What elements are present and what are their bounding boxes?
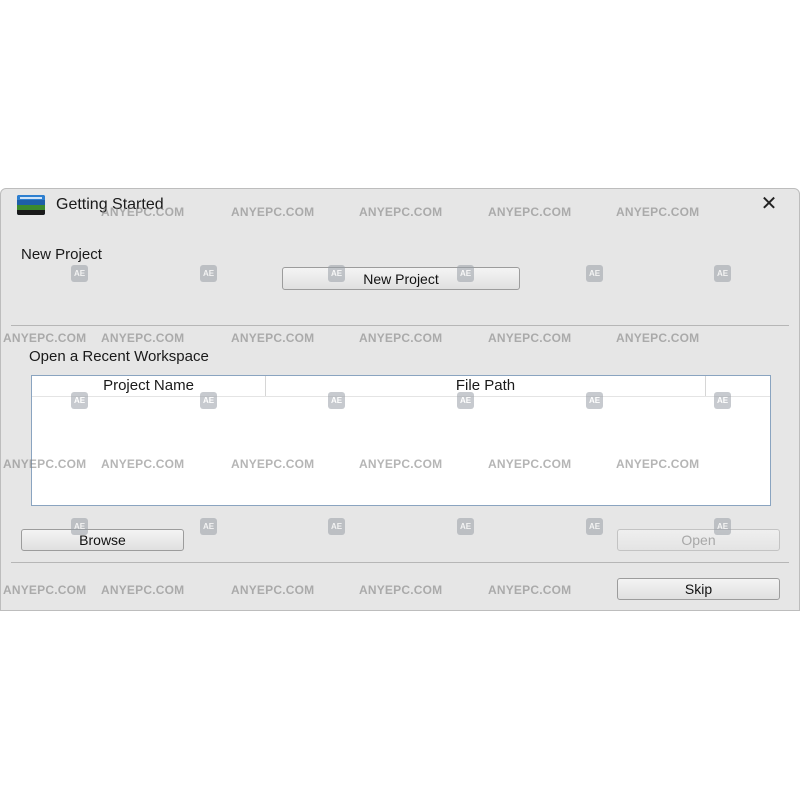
app-logo-icon (17, 195, 45, 215)
title-bar: Getting Started ✕ (1, 189, 799, 219)
watermark-text: ANYEPC.COM (101, 331, 185, 345)
watermark-badge-icon: AE (200, 265, 217, 282)
watermark-text: ANYEPC.COM (231, 583, 315, 597)
divider-top (11, 325, 789, 326)
skip-button[interactable]: Skip (617, 578, 780, 600)
watermark-text: ANYEPC.COM (359, 583, 443, 597)
divider-bottom (11, 562, 789, 563)
new-project-label: New Project (21, 246, 102, 263)
watermark-text: ANYEPC.COM (616, 331, 700, 345)
column-header-file-path[interactable]: File Path (266, 376, 706, 396)
watermark-text: ANYEPC.COM (488, 331, 572, 345)
watermark-text: ANYEPC.COM (359, 331, 443, 345)
table-header: Project Name File Path (32, 376, 770, 397)
watermark-badge-icon: AE (328, 518, 345, 535)
browse-button[interactable]: Browse (21, 529, 184, 551)
watermark-badge-icon: AE (71, 265, 88, 282)
recent-workspace-table[interactable]: Project Name File Path (31, 375, 771, 506)
watermark-text: ANYEPC.COM (231, 331, 315, 345)
window-title: Getting Started (56, 196, 164, 213)
open-button[interactable]: Open (617, 529, 780, 551)
watermark-text: ANYEPC.COM (101, 583, 185, 597)
watermark-text: ANYEPC.COM (3, 583, 87, 597)
watermark-badge-icon: AE (714, 265, 731, 282)
column-header-project-name[interactable]: Project Name (32, 376, 266, 396)
watermark-badge-icon: AE (457, 518, 474, 535)
watermark-text: ANYEPC.COM (3, 331, 87, 345)
new-project-button[interactable]: New Project (282, 267, 520, 290)
column-header-filler (706, 376, 770, 396)
getting-started-dialog: Getting Started ✕ New Project New Projec… (0, 188, 800, 611)
watermark-badge-icon: AE (586, 518, 603, 535)
watermark-badge-icon: AE (200, 518, 217, 535)
recent-workspace-label: Open a Recent Workspace (29, 348, 209, 365)
watermark-text: ANYEPC.COM (488, 583, 572, 597)
watermark-badge-icon: AE (586, 265, 603, 282)
close-button[interactable]: ✕ (757, 192, 781, 216)
